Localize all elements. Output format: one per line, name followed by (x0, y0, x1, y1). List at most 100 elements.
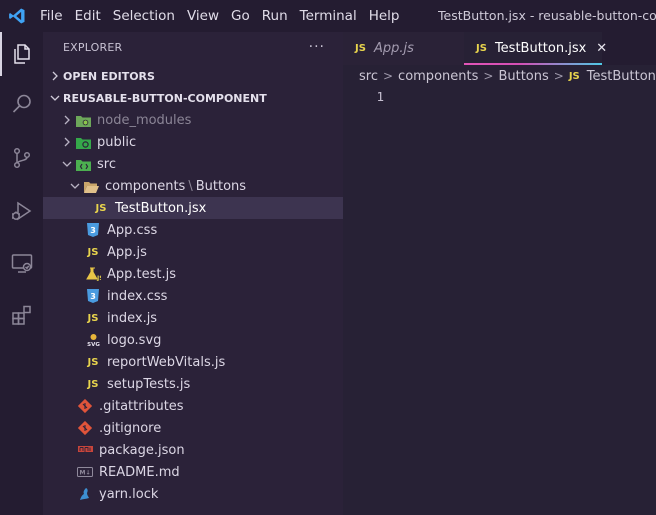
tree-file-app-js[interactable]: JS App.js (43, 241, 343, 263)
tree-label: App.js (107, 244, 147, 260)
tab-testbutton-jsx[interactable]: JS TestButton.jsx ✕ (464, 32, 607, 65)
js-file-icon: JS (87, 246, 99, 258)
open-editors-label: OPEN EDITORS (63, 69, 155, 83)
vscode-logo-icon (0, 0, 34, 32)
tree-file-index-css[interactable]: 3 index.css (43, 285, 343, 307)
tree-label: src (97, 156, 116, 172)
remote-explorer-icon[interactable] (0, 241, 43, 285)
source-control-icon[interactable] (0, 136, 43, 180)
tree-file-package-json[interactable]: package.json (43, 439, 343, 461)
svg-text:3: 3 (90, 292, 96, 301)
tree-label-components: components (105, 178, 186, 194)
tree-file-gitattributes[interactable]: .gitattributes (43, 395, 343, 417)
tree-label: App.test.js (107, 266, 177, 282)
tree-label: index.js (107, 310, 158, 326)
svg-text:SVG: SVG (87, 342, 100, 347)
project-label: REUSABLE-BUTTON-COMPONENT (63, 91, 267, 105)
breadcrumb-separator: > (483, 69, 494, 83)
tree-label-buttons: Buttons (195, 178, 247, 194)
tree-folder-src[interactable]: src (43, 153, 343, 175)
breadcrumb-src[interactable]: src (359, 69, 378, 84)
explorer-title: EXPLORER (63, 40, 123, 54)
menu-file[interactable]: File (34, 0, 69, 32)
tab-app-js[interactable]: JS App.js (343, 32, 464, 65)
menu-selection[interactable]: Selection (107, 0, 181, 32)
tree-file-index-js[interactable]: JS index.js (43, 307, 343, 329)
explorer-sidebar: EXPLORER ··· OPEN EDITORS REUSABLE-BUTTO… (43, 32, 343, 515)
menu-run[interactable]: Run (256, 0, 294, 32)
tree-label: yarn.lock (99, 486, 159, 502)
breadcrumb-separator: > (553, 69, 564, 83)
breadcrumb-buttons[interactable]: Buttons (498, 69, 548, 84)
tree-file-logo-svg[interactable]: SVG logo.svg (43, 329, 343, 351)
svg-text:JS: JS (96, 275, 101, 281)
tree-file-app-test[interactable]: JS App.test.js (43, 263, 343, 285)
js-file-icon: JS (87, 356, 99, 368)
line-number: 1 (376, 89, 384, 104)
tree-label: setupTests.js (107, 376, 191, 392)
explorer-icon[interactable] (0, 32, 43, 76)
tree-file-setup-tests[interactable]: JS setupTests.js (43, 373, 343, 395)
tree-label: TestButton.jsx (115, 200, 207, 216)
tree-file-testbutton[interactable]: JS TestButton.jsx (43, 197, 343, 219)
tree-file-readme[interactable]: M↓ README.md (43, 461, 343, 483)
close-icon[interactable]: ✕ (596, 41, 607, 56)
title-bar: File Edit Selection View Go Run Terminal… (0, 0, 656, 32)
tree-label: .gitattributes (99, 398, 184, 414)
js-file-icon: JS (87, 312, 99, 324)
markdown-icon: M↓ (77, 464, 93, 480)
path-separator: \ (188, 178, 193, 194)
run-debug-icon[interactable] (0, 189, 43, 233)
more-actions-icon[interactable]: ··· (309, 39, 325, 55)
code-editor[interactable]: 1 (343, 87, 656, 515)
js-file-icon: JS (87, 378, 99, 390)
menu-go[interactable]: Go (225, 0, 256, 32)
breadcrumb-components[interactable]: components (398, 69, 478, 84)
tree-folder-node-modules[interactable]: node_modules (43, 109, 343, 131)
git-icon (77, 420, 93, 436)
tree-label: index.css (107, 288, 168, 304)
menu-view[interactable]: View (181, 0, 225, 32)
svg-text:M↓: M↓ (80, 470, 91, 477)
test-flask-icon: JS (85, 266, 101, 282)
search-icon[interactable] (0, 82, 43, 126)
breadcrumb-file[interactable]: TestButton.jsx (587, 69, 656, 84)
menu-help[interactable]: Help (363, 0, 406, 32)
js-file-icon: JS (355, 43, 366, 54)
tree-file-gitignore[interactable]: .gitignore (43, 417, 343, 439)
svg-file-icon: SVG (85, 332, 101, 348)
public-folder-icon (75, 134, 91, 150)
breadcrumb-separator: > (382, 69, 394, 83)
js-file-icon: JS (476, 43, 487, 54)
chevron-down-icon (47, 90, 63, 106)
chevron-right-icon (59, 112, 75, 128)
css-file-icon: 3 (85, 288, 101, 304)
chevron-down-icon (67, 178, 83, 194)
js-file-icon: JS (95, 202, 107, 214)
chevron-right-icon (59, 134, 75, 150)
extensions-icon[interactable] (0, 293, 43, 337)
tree-label: package.json (99, 442, 185, 458)
open-editors-section[interactable]: OPEN EDITORS (43, 65, 343, 87)
css-file-icon: 3 (85, 222, 101, 238)
tree-label: .gitignore (99, 420, 162, 436)
activity-bar (0, 32, 43, 515)
folder-open-icon (83, 178, 99, 194)
tree-file-report-web-vitals[interactable]: JS reportWebVitals.js (43, 351, 343, 373)
tree-folder-public[interactable]: public (43, 131, 343, 153)
tree-folder-components-buttons[interactable]: components \ Buttons (43, 175, 343, 197)
breadcrumb: src > components > Buttons > JS TestButt… (343, 65, 656, 87)
menu-edit[interactable]: Edit (69, 0, 107, 32)
yarn-icon (77, 486, 93, 502)
tree-label: reportWebVitals.js (107, 354, 226, 370)
tree-label: logo.svg (107, 332, 162, 348)
tab-label: TestButton.jsx (494, 41, 587, 56)
npm-icon (77, 442, 93, 458)
tree-file-app-css[interactable]: 3 App.css (43, 219, 343, 241)
project-section[interactable]: REUSABLE-BUTTON-COMPONENT (43, 87, 343, 109)
menu-terminal[interactable]: Terminal (294, 0, 363, 32)
editor-tabs: JS App.js JS TestButton.jsx ✕ (343, 32, 656, 65)
tree-file-yarn-lock[interactable]: yarn.lock (43, 483, 343, 505)
window-title: TestButton.jsx - reusable-button-compone… (438, 8, 656, 23)
tree-label: App.css (107, 222, 158, 238)
